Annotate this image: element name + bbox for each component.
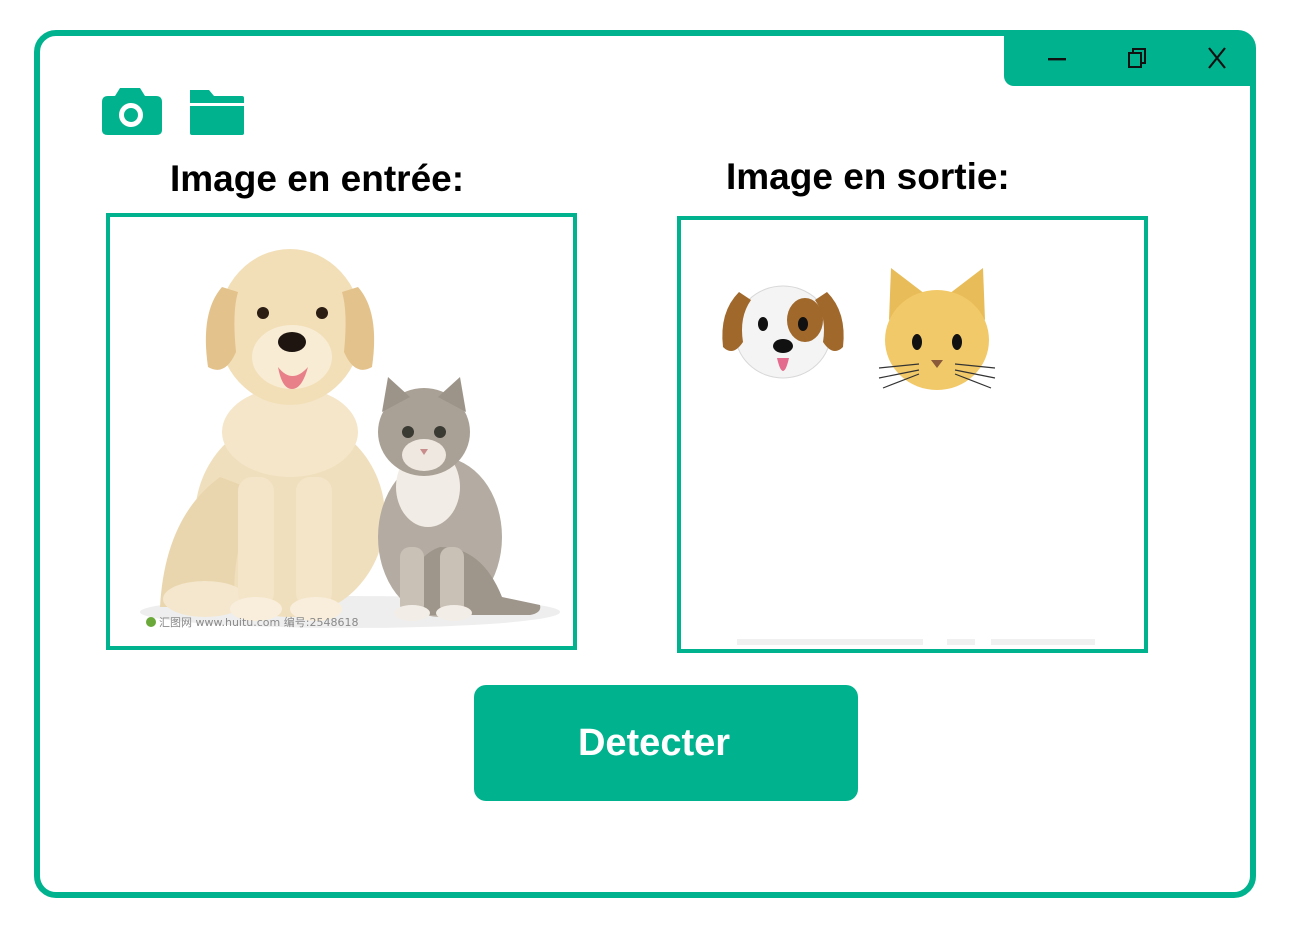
maximize-button[interactable]	[1112, 38, 1162, 78]
restore-icon	[1128, 48, 1146, 68]
minimize-icon	[1048, 58, 1066, 61]
detect-button-label: Detecter	[577, 721, 731, 764]
output-image-edge	[991, 639, 1095, 645]
output-image-panel	[677, 216, 1148, 653]
input-image-panel: 汇图网 www.huitu.com 编号:2548618	[106, 213, 577, 650]
output-image-label: Image en sortie:	[726, 156, 1010, 197]
detect-button[interactable]: Detecter	[474, 685, 858, 801]
camera-button[interactable]	[100, 84, 164, 138]
folder-icon	[190, 90, 244, 135]
open-folder-button[interactable]	[187, 84, 247, 138]
dog-face-emoji-icon	[722, 285, 844, 379]
window-controls	[1004, 30, 1256, 86]
close-button[interactable]	[1192, 38, 1242, 78]
output-image-edge	[737, 639, 923, 645]
output-image-edge	[947, 639, 975, 645]
watermark-logo-icon	[146, 617, 156, 627]
input-image-label: Image en entrée:	[170, 158, 465, 199]
image-watermark: 汇图网 www.huitu.com 编号:2548618	[146, 614, 358, 630]
input-photo	[140, 249, 560, 628]
camera-icon	[102, 88, 162, 135]
minimize-button[interactable]	[1032, 38, 1082, 78]
close-icon	[1208, 47, 1226, 69]
cat-face-emoji-icon	[878, 268, 996, 390]
